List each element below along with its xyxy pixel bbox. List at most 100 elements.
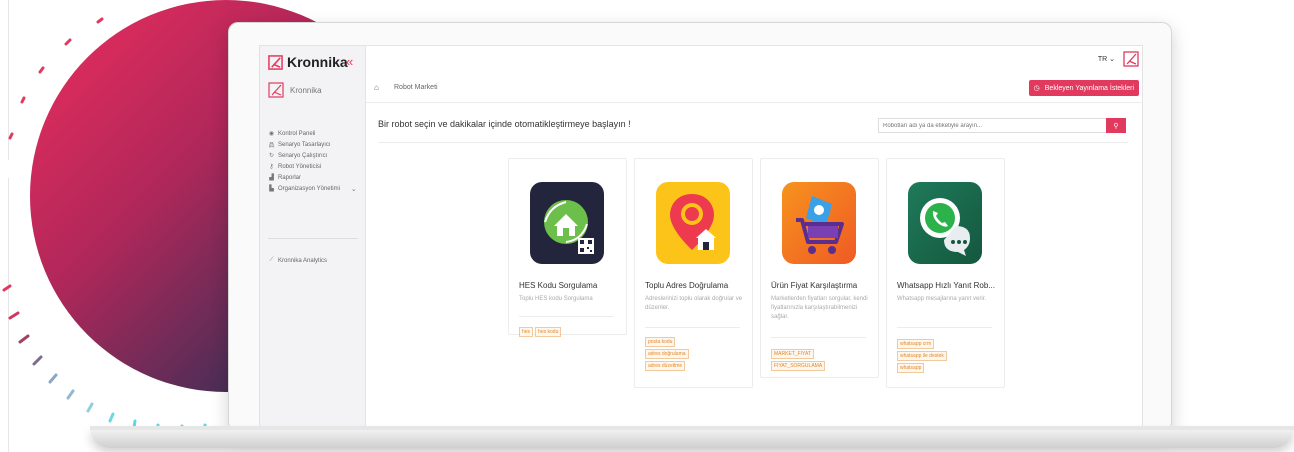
hes-house-icon [530,182,604,264]
robot-card-divider [519,316,614,317]
robot-card-description: Whatsapp mesajlarına yanıt verir. [897,296,987,302]
tag[interactable]: whatsapp crm [897,339,935,349]
rerun-icon: ↻ [268,153,275,159]
kronnika-mark-icon [268,82,284,98]
robot-card-description: Toplu HES kodu Sorgulama [519,296,593,302]
org-brand: Kronnika [268,82,322,98]
key-icon: ⚷ [269,164,274,170]
robot-card-title[interactable]: Toplu Adres Doğrulama [645,281,728,290]
robot-card-divider [897,327,992,328]
robot-card-tags: MARKET_FIYAT FIYAT_SORGULAMA [771,349,871,371]
robot-card-divider [771,337,866,338]
robot-card-description: Adreslerinizi toplu olarak doğrular ve d… [645,296,743,311]
robot-search-input[interactable] [878,118,1106,133]
robot-card-description: Marketlerden fiyatları sorgular, kendi f… [771,296,868,320]
top-bar: TR ⌄ [366,46,1142,75]
sidebar-item-senaryo-tasarlayici[interactable]: 品 Senaryo Tasarlayıcı [268,139,357,150]
home-icon[interactable]: ⌂ [374,83,379,92]
tag[interactable]: adres düzeltme [645,361,686,371]
page-heading: Bir robot seçin ve dakikalar içinde otom… [378,119,631,129]
language-label: TR [1097,56,1108,63]
deco-dash [48,373,58,384]
robot-card[interactable]: Toplu Adres Doğrulama Adreslerinizi topl… [634,158,753,388]
sidebar-item-analytics[interactable]: ⟋ Kronnika Analytics [268,255,327,266]
app-screen: Kronnika « Kronnika ◉ Kontrol Paneli 品 S… [259,45,1143,427]
robot-card-tags: posta kodu adres doğrulama adres düzeltm… [645,337,745,371]
robot-card-divider [645,327,740,328]
deco-dash [108,412,115,423]
breadcrumb-current[interactable]: Robot Marketi [394,84,438,91]
address-pin-icon [656,182,730,264]
sidebar-item-robot-yoneticisi[interactable]: ⚷ Robot Yöneticisi [268,161,357,172]
robot-card-title[interactable]: HES Kodu Sorgulama [519,281,597,290]
building-icon: ▙ [269,186,274,192]
robot-card-tags: hes hes kodu [519,327,619,337]
laptop-base [90,428,1294,448]
laptop-frame: Kronnika « Kronnika ◉ Kontrol Paneli 品 S… [228,22,1172,432]
shopping-cart-icon [782,182,856,264]
deco-dash [32,355,43,366]
chevron-down-icon: ⌄ [350,185,357,193]
tag[interactable]: MARKET_FIYAT [771,349,815,359]
deco-dash [20,96,26,104]
collapse-sidebar-button[interactable]: « [346,54,353,69]
deco-dash [38,66,45,74]
clock-icon: ◷ [1033,85,1040,92]
sidebar-item-label: Kronnika Analytics [278,257,328,264]
whatsapp-icon [908,182,982,264]
tag[interactable]: whatsapp [897,363,925,373]
tag[interactable]: whatsapp ile destek [897,351,947,361]
robot-card-title[interactable]: Whatsapp Hızlı Yanıt Rob... [897,281,995,290]
search-icon: ⚲ [1113,122,1119,130]
robot-card-tags: whatsapp crm whatsapp ile destek whatsap… [897,339,997,373]
sidebar-item-organizasyon-yonetimi[interactable]: ▙ Organizasyon Yönetimi ⌄ [268,183,357,194]
sidebar-item-kontrol-paneli[interactable]: ◉ Kontrol Paneli [268,128,357,139]
breadcrumb: ⌂ Robot Marketi ◷ Bekleyen Yayınlama İst… [366,74,1142,103]
deco-dash [2,284,12,292]
pending-requests-button[interactable]: ◷ Bekleyen Yayınlama İstekleri [1028,80,1139,96]
bar-chart-icon: ▟ [269,175,274,181]
sidebar-item-label: Kontrol Paneli [278,130,316,137]
sidebar-item-label: Organizasyon Yönetimi [278,185,340,192]
content-divider [378,142,1128,143]
sidebar-menu: ◉ Kontrol Paneli 品 Senaryo Tasarlayıcı ↻… [268,128,357,194]
deco-dash [66,389,75,400]
robot-card[interactable]: Whatsapp Hızlı Yanıt Rob... Whatsapp mes… [886,158,1005,388]
sidebar-item-raporlar[interactable]: ▟ Raporlar [268,172,357,183]
deco-dash [8,311,20,320]
tag[interactable]: posta kodu [645,337,676,347]
robot-card[interactable]: Ürün Fiyat Karşılaştırma Marketlerden fi… [760,158,879,378]
deco-dash [96,17,104,24]
logo-text: Kronnika [287,54,348,70]
laptop-base-lip [90,426,1294,430]
sitemap-icon: 品 [268,143,275,149]
chevron-down-icon: ⌄ [1109,56,1115,63]
deco-dash [64,38,72,46]
app-logo[interactable]: Kronnika [268,54,348,70]
deco-dash [86,402,94,413]
org-brand-name: Kronnika [290,85,322,95]
tag[interactable]: hes [519,327,534,337]
sidebar-item-label: Senaryo Çalıştırıcı [278,152,328,159]
tag[interactable]: hes kodu [535,327,562,337]
sidebar-item-label: Robot Yöneticisi [278,163,322,170]
deco-dash [8,132,14,140]
sidebar: Kronnika « Kronnika ◉ Kontrol Paneli 品 S… [260,46,366,426]
user-avatar[interactable] [1123,51,1139,67]
eye-icon: ◉ [268,131,275,137]
sidebar-item-label: Raporlar [278,174,302,181]
deco-dash [18,334,30,344]
line-chart-icon: ⟋ [269,257,274,263]
sidebar-item-senaryo-calistirici[interactable]: ↻ Senaryo Çalıştırıcı [268,150,357,161]
main-content: Bir robot seçin ve dakikalar içinde otom… [366,103,1142,426]
pending-requests-label: Bekleyen Yayınlama İstekleri [1044,84,1134,92]
tag[interactable]: adres doğrulama [645,349,689,359]
search-button[interactable]: ⚲ [1106,118,1126,133]
sidebar-item-label: Senaryo Tasarlayıcı [278,141,331,148]
tag[interactable]: FIYAT_SORGULAMA [771,361,826,371]
sidebar-divider [268,238,358,239]
kronnika-logo-icon [268,54,283,70]
robot-card-title[interactable]: Ürün Fiyat Karşılaştırma [771,281,857,290]
language-selector[interactable]: TR ⌄ [1098,55,1115,63]
robot-card[interactable]: HES Kodu Sorgulama Toplu HES kodu Sorgul… [508,158,627,337]
